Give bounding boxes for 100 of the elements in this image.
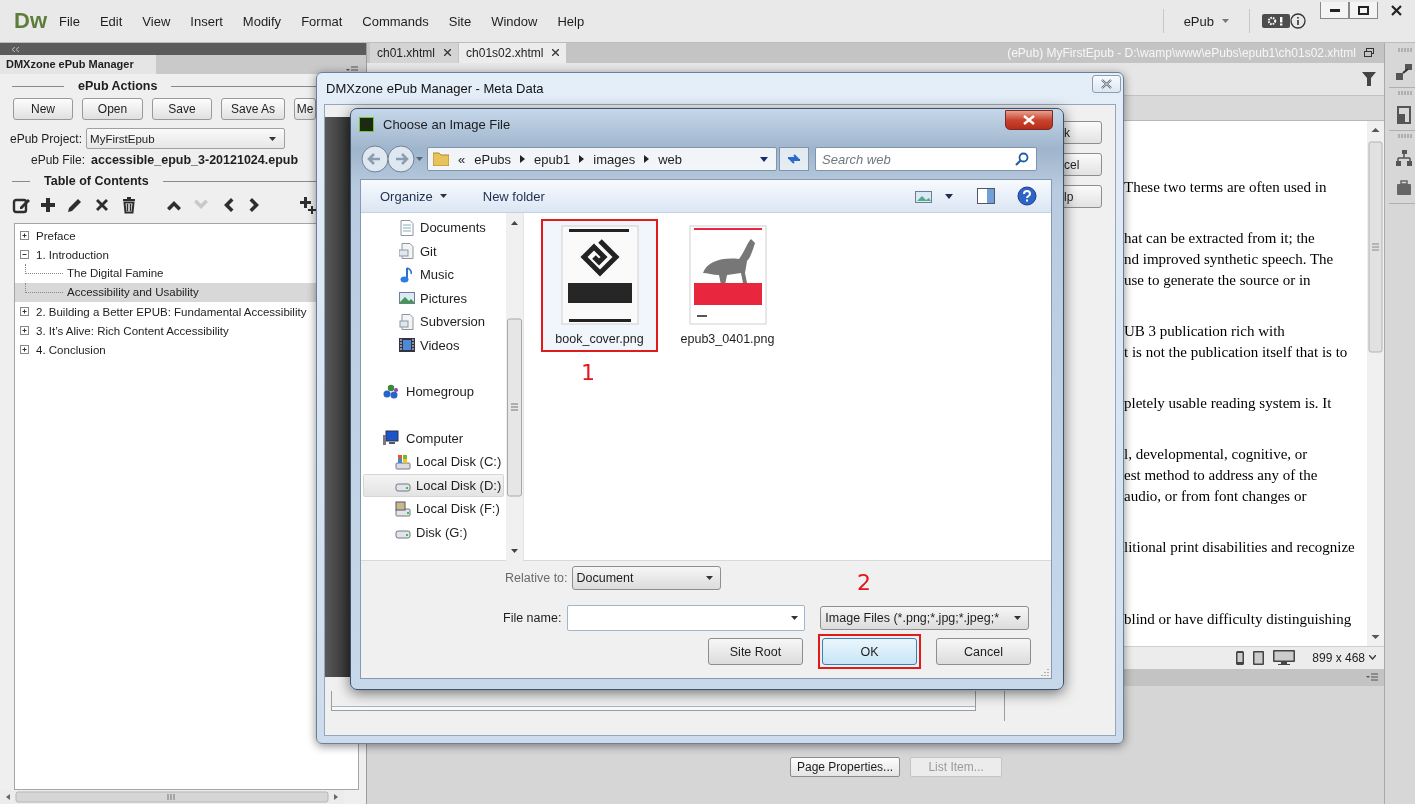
desktop-icon[interactable] [1273,650,1296,666]
sitemap-icon[interactable] [1395,149,1413,167]
edit-icon[interactable] [12,196,30,214]
tree-item[interactable]: Accessibility and Usability [15,283,316,302]
breadcrumb-item[interactable]: ePubs [474,151,512,167]
menu-item[interactable]: Commands [362,13,429,29]
nav-item[interactable]: Local Disk (D:) [363,473,504,497]
vertical-scrollbar[interactable] [1367,120,1384,646]
thumbnail-item[interactable]: book_cover.png [541,219,658,352]
nav-item[interactable]: Music [363,263,504,287]
forward-button[interactable] [387,145,415,173]
organize-menu[interactable]: Organize [380,188,447,204]
action-button[interactable]: Save As [221,98,285,120]
breadcrumb-item[interactable]: epub1 [534,151,571,167]
nav-item[interactable]: Local Disk (C:) [363,450,504,474]
info-icon[interactable] [1290,13,1306,29]
expand-icon[interactable] [20,307,29,316]
nav-item[interactable]: Homegroup [363,380,504,404]
thumbnail-item[interactable]: epub3_0401.png [669,219,786,352]
field-label: ePub Project: [10,131,83,146]
dialog-title: Choose an Image File [383,116,511,132]
tablet-icon[interactable] [1253,650,1265,665]
close-button[interactable] [1005,110,1053,130]
double-chevron-icon[interactable] [12,46,19,52]
app-logo: Dw [14,8,47,34]
project-dropdown[interactable]: MyFirstEpub [86,128,286,149]
tree-item[interactable]: 1. Introduction [15,245,109,264]
field-label: File name: [503,611,562,625]
breadcrumb-item[interactable]: images [593,151,636,167]
action-button[interactable]: New [13,98,73,120]
menu-item[interactable]: View [142,13,171,29]
expand-icon[interactable] [20,326,29,335]
menu-item[interactable]: Insert [190,13,223,29]
menu-item[interactable]: File [59,13,80,29]
document-tab[interactable]: ch01.xhtml [370,43,459,63]
minimize-button[interactable] [1320,2,1349,19]
dialog-button[interactable]: Cancel [936,638,1031,665]
nav-item[interactable]: Disk (G:) [363,520,504,544]
workspace-switcher[interactable]: ePub [1163,13,1249,29]
dialog-button[interactable]: Site Root [708,638,803,665]
nav-item[interactable]: Pictures [363,286,504,310]
expand-icon[interactable] [20,345,29,354]
nav-item[interactable]: Git [363,239,504,263]
restore-icon[interactable] [1364,48,1374,58]
maximize-button[interactable] [1349,2,1378,19]
layout-icon[interactable] [1395,106,1413,124]
pencil-icon[interactable] [66,196,84,214]
nav-item[interactable]: Documents [363,216,504,240]
menu-item[interactable]: Modify [242,13,282,29]
collapse-icon[interactable] [20,250,29,259]
nav-item[interactable]: Local Disk (F:) [363,497,504,521]
expand-icon[interactable] [20,231,29,240]
close-icon[interactable] [552,49,560,57]
briefcase-icon[interactable] [1395,179,1413,197]
panel-tab[interactable]: DMXzone ePub Manager [0,55,156,74]
resize-grip-icon[interactable] [1040,667,1049,676]
document-tab[interactable]: ch01s02.xhtml [459,43,567,63]
property-button[interactable]: Page Properties... [790,756,901,777]
window-size-dropdown[interactable]: 899 x 468 [1312,650,1376,665]
relative-to-dropdown[interactable]: Document [571,566,721,590]
back-button[interactable] [361,145,389,173]
file-type-dropdown[interactable]: Image Files (*.png;*.jpg;*.jpeg;* [820,606,1030,630]
menu-item[interactable]: Format [301,13,343,29]
breadcrumb-overflow-button[interactable]: « [458,151,466,167]
menu-item[interactable]: Site [448,13,472,29]
nav-item[interactable]: Computer [363,426,504,450]
preview-pane-icon[interactable] [977,188,995,204]
tree-item[interactable]: 3. It’s Alive: Rich Content Accessibility [15,321,229,340]
menu-item[interactable]: Help [557,13,585,29]
annotation-number: 2 [857,570,871,595]
nav-item[interactable]: Subversion [363,310,504,334]
add-multiple-icon[interactable] [299,196,317,214]
close-icon[interactable] [444,49,452,57]
tree-item[interactable]: The Digital Famine [15,264,164,283]
help-icon[interactable] [1017,186,1037,206]
phone-icon[interactable] [1236,650,1245,665]
vertical-scrollbar[interactable] [506,213,523,561]
file-name-field[interactable] [567,605,806,631]
view-icon[interactable] [915,189,933,203]
tree-item[interactable]: 4. Conclusion [15,340,106,359]
gear-alert-button[interactable] [1262,14,1290,28]
hierarchy-icon[interactable] [1395,63,1413,81]
tree-item[interactable]: Preface [15,226,76,245]
refresh-button[interactable] [779,147,809,171]
menu-item[interactable]: Edit [99,13,123,29]
dialog-button[interactable]: OK [822,638,917,665]
dropdown-arrow-icon[interactable] [945,193,953,199]
dropdown-arrow-icon[interactable] [760,156,768,162]
toolbar-button[interactable]: New folder [482,188,545,204]
filter-icon[interactable] [1362,71,1376,86]
action-button[interactable]: Save [152,98,212,120]
menu-item[interactable]: Window [491,13,538,29]
trash-icon[interactable] [120,196,138,214]
search-field[interactable]: Search web [815,147,1037,171]
plus-icon[interactable] [39,196,57,214]
nav-item[interactable]: Videos [363,333,504,357]
tree-item[interactable]: 2. Building a Better EPUB: Fundamental Accessibility [15,302,307,321]
action-button[interactable]: Open [82,98,143,120]
breadcrumb-item[interactable]: web [658,151,683,167]
action-button[interactable]: Me [294,98,316,120]
